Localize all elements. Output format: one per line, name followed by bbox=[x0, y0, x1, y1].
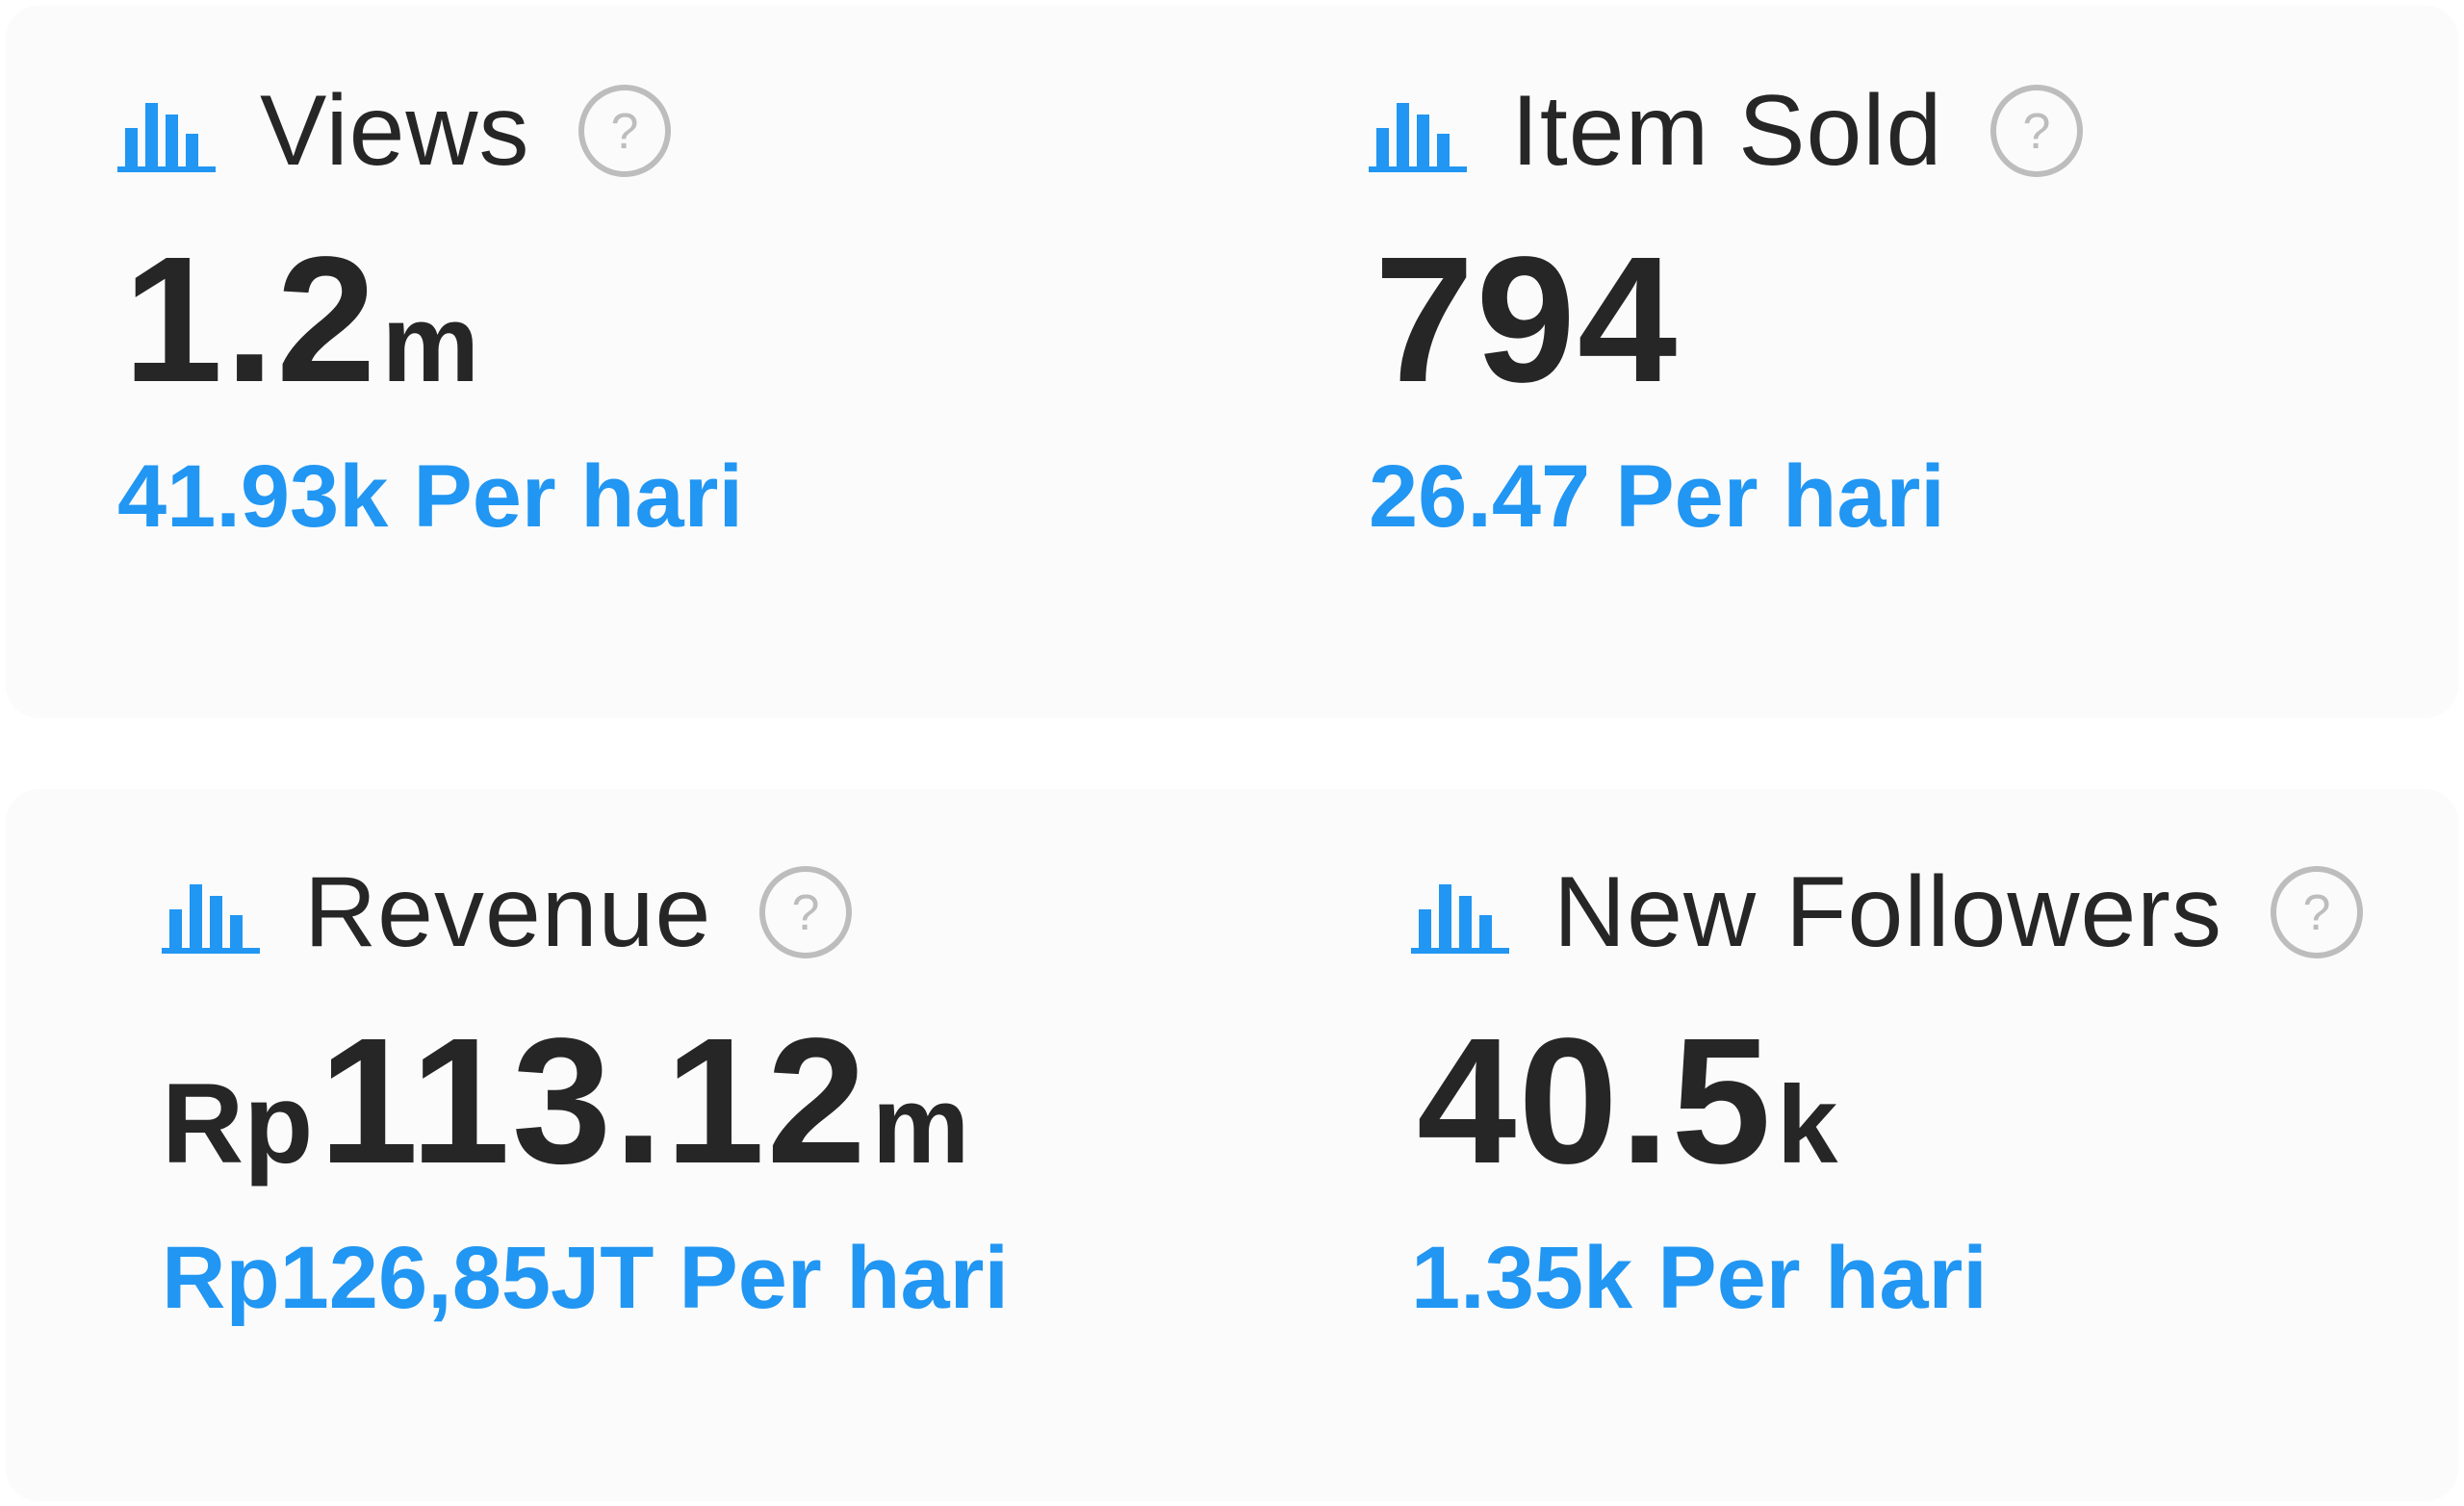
item-sold-value-number: 794 bbox=[1374, 220, 1680, 420]
new-followers-value: 40.5 k bbox=[1411, 999, 1838, 1201]
views-value-number: 1.2 bbox=[123, 220, 378, 420]
views-per-day-text: Per hari bbox=[413, 447, 744, 546]
bar-chart-icon bbox=[162, 884, 260, 954]
revenue-value: Rp 113.12 m bbox=[162, 999, 970, 1201]
views-value: 1.2 m bbox=[117, 217, 479, 420]
revenue-per-day-value: Rp126,85JT bbox=[162, 1228, 654, 1327]
svg-text:?: ? bbox=[792, 885, 820, 941]
new-followers-per-day-value: 1.35k bbox=[1411, 1228, 1633, 1327]
item-sold-value: 794 bbox=[1369, 217, 1682, 420]
revenue-label: Revenue bbox=[304, 855, 712, 968]
bar-chart-icon bbox=[117, 103, 216, 172]
metrics-panel-top: Views ? 1.2 m 41.93k Per hari Item Sold … bbox=[6, 6, 2458, 718]
new-followers-value-number: 40.5 bbox=[1417, 1002, 1774, 1201]
bar-chart-icon bbox=[1411, 884, 1509, 954]
question-circle-icon[interactable]: ? bbox=[757, 864, 854, 960]
new-followers-label: New Followers bbox=[1553, 855, 2222, 968]
item-sold-label: Item Sold bbox=[1511, 74, 1943, 187]
new-followers-header: New Followers ? bbox=[1411, 855, 2365, 970]
views-header: Views ? bbox=[117, 73, 673, 189]
revenue-value-prefix: Rp bbox=[162, 1060, 314, 1187]
new-followers-value-unit: k bbox=[1777, 1064, 1838, 1187]
question-circle-icon[interactable]: ? bbox=[1989, 83, 2085, 179]
new-followers-per-day: 1.35k Per hari bbox=[1411, 1225, 1988, 1331]
metrics-panel-bottom: Revenue ? Rp 113.12 m Rp126,85JT Per har… bbox=[6, 789, 2458, 1501]
views-value-unit: m bbox=[381, 283, 479, 405]
item-sold-per-day-value: 26.47 bbox=[1369, 447, 1591, 546]
revenue-per-day-text: Per hari bbox=[679, 1228, 1010, 1327]
views-label: Views bbox=[260, 74, 530, 187]
revenue-value-unit: m bbox=[871, 1064, 970, 1187]
views-per-day: 41.93k Per hari bbox=[117, 444, 743, 549]
svg-text:?: ? bbox=[2023, 104, 2051, 160]
svg-text:?: ? bbox=[2302, 885, 2330, 941]
revenue-value-number: 113.12 bbox=[319, 1002, 868, 1201]
revenue-per-day: Rp126,85JT Per hari bbox=[162, 1225, 1009, 1331]
item-sold-header: Item Sold ? bbox=[1369, 73, 2085, 189]
question-circle-icon[interactable]: ? bbox=[577, 83, 673, 179]
item-sold-per-day-text: Per hari bbox=[1615, 447, 1945, 546]
bar-chart-icon bbox=[1369, 103, 1467, 172]
svg-text:?: ? bbox=[610, 104, 638, 160]
item-sold-per-day: 26.47 Per hari bbox=[1369, 444, 1945, 549]
question-circle-icon[interactable]: ? bbox=[2269, 864, 2365, 960]
views-per-day-value: 41.93k bbox=[117, 447, 389, 546]
revenue-header: Revenue ? bbox=[162, 855, 854, 970]
new-followers-per-day-text: Per hari bbox=[1657, 1228, 1988, 1327]
